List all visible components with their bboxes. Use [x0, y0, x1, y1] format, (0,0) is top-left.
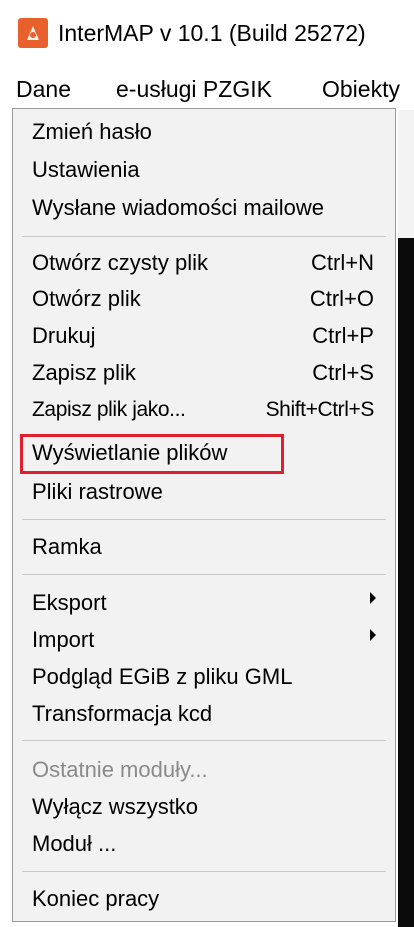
menu-bar: Dane e-usługi PZGIK Obiekty — [0, 64, 414, 110]
menu-item-wylacz-wszystko[interactable]: Wyłącz wszystko — [32, 792, 198, 822]
menu-separator — [22, 519, 386, 520]
shortcut-ctrl-o: Ctrl+O — [309, 286, 374, 311]
app-icon — [18, 18, 48, 48]
menu-item-otworz-plik[interactable]: Otwórz plik — [32, 284, 141, 314]
shortcut-shift-ctrl-s: Shift+Ctrl+S — [265, 398, 375, 421]
shortcut-ctrl-n: Ctrl+N — [311, 250, 374, 275]
menu-item-zmien-haslo[interactable]: Zmień hasło — [32, 117, 152, 147]
background-toolbar-edge — [398, 110, 414, 238]
menu-separator — [22, 871, 386, 872]
menu-separator — [22, 236, 386, 237]
window-title: InterMAP v 10.1 (Build 25272) — [58, 20, 366, 46]
menu-item-import[interactable]: Import — [32, 625, 94, 655]
menu-item-drukuj[interactable]: Drukuj — [32, 321, 96, 351]
menu-item-eksport[interactable]: Eksport — [32, 588, 107, 618]
highlight-annotation-box — [20, 434, 284, 474]
menu-dane[interactable]: Dane — [16, 74, 71, 104]
menu-e-uslugi[interactable]: e-usługi PZGIK — [116, 74, 272, 104]
menu-item-koniec-pracy[interactable]: Koniec pracy — [32, 884, 159, 914]
menu-item-zapisz-plik-jako[interactable]: Zapisz plik jako... — [32, 395, 186, 425]
submenu-arrow-icon — [370, 629, 376, 641]
menu-separator — [22, 574, 386, 575]
menu-item-transformacja-kcd[interactable]: Transformacja kcd — [32, 699, 212, 729]
menu-item-podglad-egib[interactable]: Podgląd EGiB z pliku GML — [32, 662, 292, 692]
menu-item-modul[interactable]: Moduł ... — [32, 829, 116, 859]
submenu-arrow-icon — [370, 592, 376, 604]
menu-separator — [22, 740, 386, 741]
menu-item-ostatnie-moduly: Ostatnie moduły... — [32, 757, 208, 782]
menu-item-ramka[interactable]: Ramka — [32, 532, 102, 562]
menu-item-ustawienia[interactable]: Ustawienia — [32, 155, 140, 185]
shortcut-ctrl-s: Ctrl+S — [312, 360, 374, 385]
menu-item-otworz-czysty-plik[interactable]: Otwórz czysty plik — [32, 248, 208, 278]
menu-item-pliki-rastrowe[interactable]: Pliki rastrowe — [32, 477, 163, 507]
menu-item-zapisz-plik[interactable]: Zapisz plik — [32, 358, 136, 388]
menu-obiekty[interactable]: Obiekty — [322, 74, 400, 104]
shortcut-ctrl-p: Ctrl+P — [312, 323, 374, 348]
title-bar: InterMAP v 10.1 (Build 25272) — [0, 0, 414, 64]
menu-item-wyslane-wiadomosci[interactable]: Wysłane wiadomości mailowe — [32, 193, 324, 223]
